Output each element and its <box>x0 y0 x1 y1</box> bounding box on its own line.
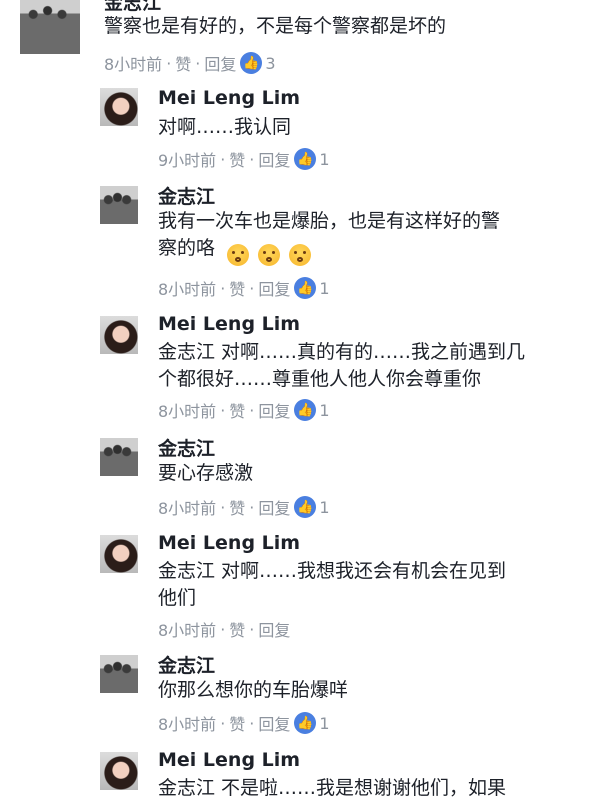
comment-text: 警察也是有好的，不是每个警察都是坏的 <box>104 15 447 37</box>
separator: · <box>249 400 255 420</box>
comment-author[interactable]: Mei Leng Lim <box>158 313 300 335</box>
reply-link[interactable]: 回复 <box>204 51 236 75</box>
comment-text: 金志江 对啊……真的有的……我之前遇到几 个都很好……尊重他人他人你会尊重你 <box>158 341 526 390</box>
like-link[interactable]: 赞 <box>229 147 245 171</box>
comment-time: 8小时前 <box>158 280 217 299</box>
comment-author[interactable]: Mei Leng Lim <box>158 749 300 771</box>
comment-meta: 8小时前 · 赞 · 回复 👍 3 <box>104 51 276 75</box>
astonished-emoji-icon <box>258 244 280 266</box>
reply-link[interactable]: 回复 <box>258 147 290 171</box>
separator: · <box>249 619 255 639</box>
like-count: 1 <box>319 497 330 517</box>
separator: · <box>249 497 255 517</box>
thumbs-up-icon[interactable]: 👍 <box>294 712 317 734</box>
comment-meta: 9小时前 · 赞 · 回复 👍 1 <box>158 147 330 171</box>
avatar[interactable] <box>100 438 138 476</box>
like-count: 1 <box>319 278 330 298</box>
avatar[interactable] <box>100 316 138 354</box>
reply-link[interactable]: 回复 <box>258 617 290 641</box>
comment-author[interactable]: 金志江 <box>158 434 215 461</box>
separator: · <box>166 53 172 73</box>
separator: · <box>249 149 255 169</box>
astonished-emoji-icon <box>289 244 311 266</box>
separator: · <box>220 497 226 517</box>
comment-time: 8小时前 <box>158 621 217 640</box>
comment-author[interactable]: 金志江 <box>158 182 215 209</box>
like-count: 1 <box>319 149 330 169</box>
reply-link[interactable]: 回复 <box>258 398 290 422</box>
avatar[interactable] <box>100 88 138 126</box>
comment-meta: 8小时前 · 赞 · 回复 👍 1 <box>158 495 330 519</box>
thumbs-up-icon[interactable]: 👍 <box>294 496 317 518</box>
separator: · <box>249 278 255 298</box>
comment-author[interactable]: 金志江 <box>158 651 215 678</box>
like-count: 1 <box>319 713 330 733</box>
avatar[interactable] <box>20 0 80 54</box>
avatar[interactable] <box>100 535 138 573</box>
comment-meta: 8小时前 · 赞 · 回复 👍 1 <box>158 276 330 300</box>
comment-meta: 8小时前 · 赞 · 回复 👍 1 <box>158 398 330 422</box>
comment-time: 8小时前 <box>104 55 163 74</box>
thumbs-up-icon[interactable]: 👍 <box>294 277 317 299</box>
like-link[interactable]: 赞 <box>175 51 191 75</box>
thumbs-up-icon[interactable]: 👍 <box>294 148 317 170</box>
separator: · <box>220 713 226 733</box>
comment-text: 金志江 不是啦……我是想谢谢他们，如果 <box>158 777 507 799</box>
comment-text: 对啊……我认同 <box>158 116 292 138</box>
comment-time: 9小时前 <box>158 151 217 170</box>
thumbs-up-icon[interactable]: 👍 <box>240 52 263 74</box>
like-link[interactable]: 赞 <box>229 617 245 641</box>
comment-text: 你那么想你的车胎爆咩 <box>158 679 349 701</box>
separator: · <box>220 149 226 169</box>
astonished-emoji-icon <box>227 244 249 266</box>
avatar[interactable] <box>100 186 138 224</box>
separator: · <box>220 400 226 420</box>
comment-text: 金志江 对啊……我想我还会有机会在见到 他们 <box>158 560 507 609</box>
separator: · <box>249 713 255 733</box>
like-count: 3 <box>265 53 276 73</box>
comment-author[interactable]: Mei Leng Lim <box>158 532 300 554</box>
reply-link[interactable]: 回复 <box>258 711 290 735</box>
comment-time: 8小时前 <box>158 715 217 734</box>
like-link[interactable]: 赞 <box>229 398 245 422</box>
thumbs-up-icon[interactable]: 👍 <box>294 399 317 421</box>
reply-link[interactable]: 回复 <box>258 276 290 300</box>
comment-text: 我有一次车也是爆胎，也是有这样好的警 察的咯 <box>158 210 501 259</box>
like-link[interactable]: 赞 <box>229 711 245 735</box>
comment-author[interactable]: Mei Leng Lim <box>158 87 300 109</box>
comment-time: 8小时前 <box>158 402 217 421</box>
comment-time: 8小时前 <box>158 499 217 518</box>
reply-link[interactable]: 回复 <box>258 495 290 519</box>
like-count: 1 <box>319 400 330 420</box>
separator: · <box>220 619 226 639</box>
avatar[interactable] <box>100 655 138 693</box>
like-link[interactable]: 赞 <box>229 276 245 300</box>
avatar[interactable] <box>100 752 138 790</box>
comment-meta: 8小时前 · 赞 · 回复 <box>158 617 290 641</box>
comment-meta: 8小时前 · 赞 · 回复 👍 1 <box>158 711 330 735</box>
separator: · <box>220 278 226 298</box>
separator: · <box>195 53 201 73</box>
like-link[interactable]: 赞 <box>229 495 245 519</box>
comment-text: 要心存感激 <box>158 462 254 484</box>
